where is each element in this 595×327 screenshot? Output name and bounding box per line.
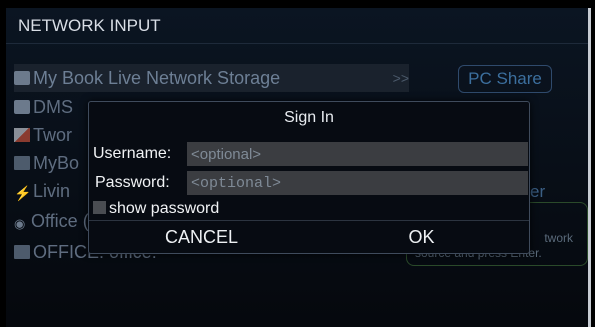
password-field[interactable]	[187, 171, 528, 195]
pc-share-button[interactable]: PC Share	[458, 65, 552, 93]
dialog-buttons: CANCEL OK	[89, 220, 529, 253]
cancel-button[interactable]: CANCEL	[89, 221, 314, 253]
expand-arrow[interactable]: >>	[393, 64, 409, 92]
twonky-icon	[14, 128, 30, 142]
list-item-label: My Book Live Network Storage	[33, 68, 281, 88]
computer-icon	[14, 245, 30, 259]
firewire-icon: ⚡	[14, 185, 32, 201]
list-item-label: Twor	[33, 125, 73, 145]
username-label: Username:	[93, 145, 172, 162]
audio-device-icon: ◉	[14, 216, 26, 231]
app-screen: NETWORK INPUT My Book Live Network Stora…	[6, 8, 591, 327]
show-password-label: show password	[109, 200, 220, 217]
list-item-label: DMS	[33, 97, 73, 117]
page-title: NETWORK INPUT	[6, 8, 591, 44]
show-password-checkbox[interactable]	[93, 201, 106, 214]
show-password-option[interactable]: show password	[93, 200, 219, 218]
side-label-fragment: er	[530, 182, 546, 201]
sign-in-dialog: Sign In Username: Password: show passwor…	[88, 101, 530, 254]
dialog-title: Sign In	[284, 109, 334, 126]
screen-edge	[588, 8, 591, 327]
password-label: Password:	[95, 174, 170, 191]
server-icon	[14, 100, 30, 114]
network-drive-icon	[14, 156, 30, 170]
ok-button[interactable]: OK	[314, 221, 529, 253]
username-field[interactable]	[187, 142, 528, 166]
storage-icon	[14, 71, 30, 85]
list-item-label: MyBo	[33, 153, 80, 173]
list-item-label: Livin	[33, 181, 71, 201]
list-item[interactable]: My Book Live Network Storage >>	[14, 64, 409, 92]
